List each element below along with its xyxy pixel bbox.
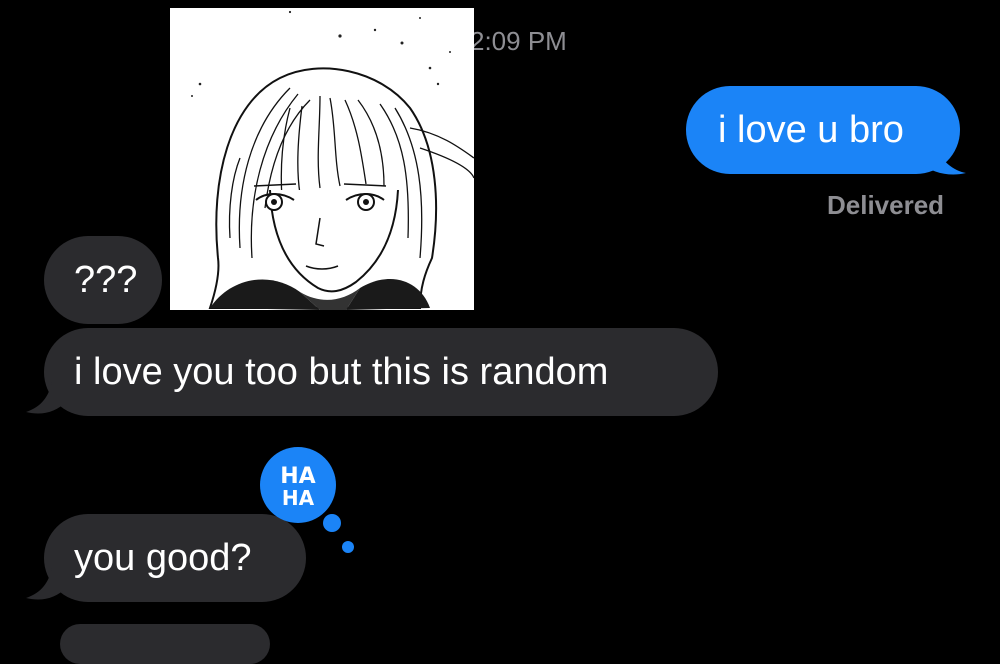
contact-avatar[interactable]	[170, 8, 474, 310]
message-text: i love you too but this is random	[74, 351, 609, 393]
delivery-status: Delivered	[827, 190, 945, 220]
message-bubble-incoming[interactable]: i love you too but this is random	[44, 328, 718, 416]
bubble-tail	[26, 382, 66, 414]
message-text: ???	[74, 259, 138, 301]
tapback-text-line2: HA	[282, 486, 315, 510]
bubble-tail	[920, 143, 966, 175]
contact-photo-icon	[170, 8, 474, 310]
message-timestamp: 2:09 PM	[470, 26, 567, 56]
message-text: i love u bro	[718, 109, 904, 151]
bubble-tail	[26, 568, 66, 600]
message-bubble-incoming-partial[interactable]	[60, 624, 270, 664]
message-bubble-outgoing[interactable]: i love u bro	[686, 86, 960, 174]
message-text: you good?	[74, 537, 252, 579]
message-bubble-incoming[interactable]: ???	[44, 236, 162, 324]
haha-tapback-icon[interactable]: HA HA	[258, 447, 358, 557]
